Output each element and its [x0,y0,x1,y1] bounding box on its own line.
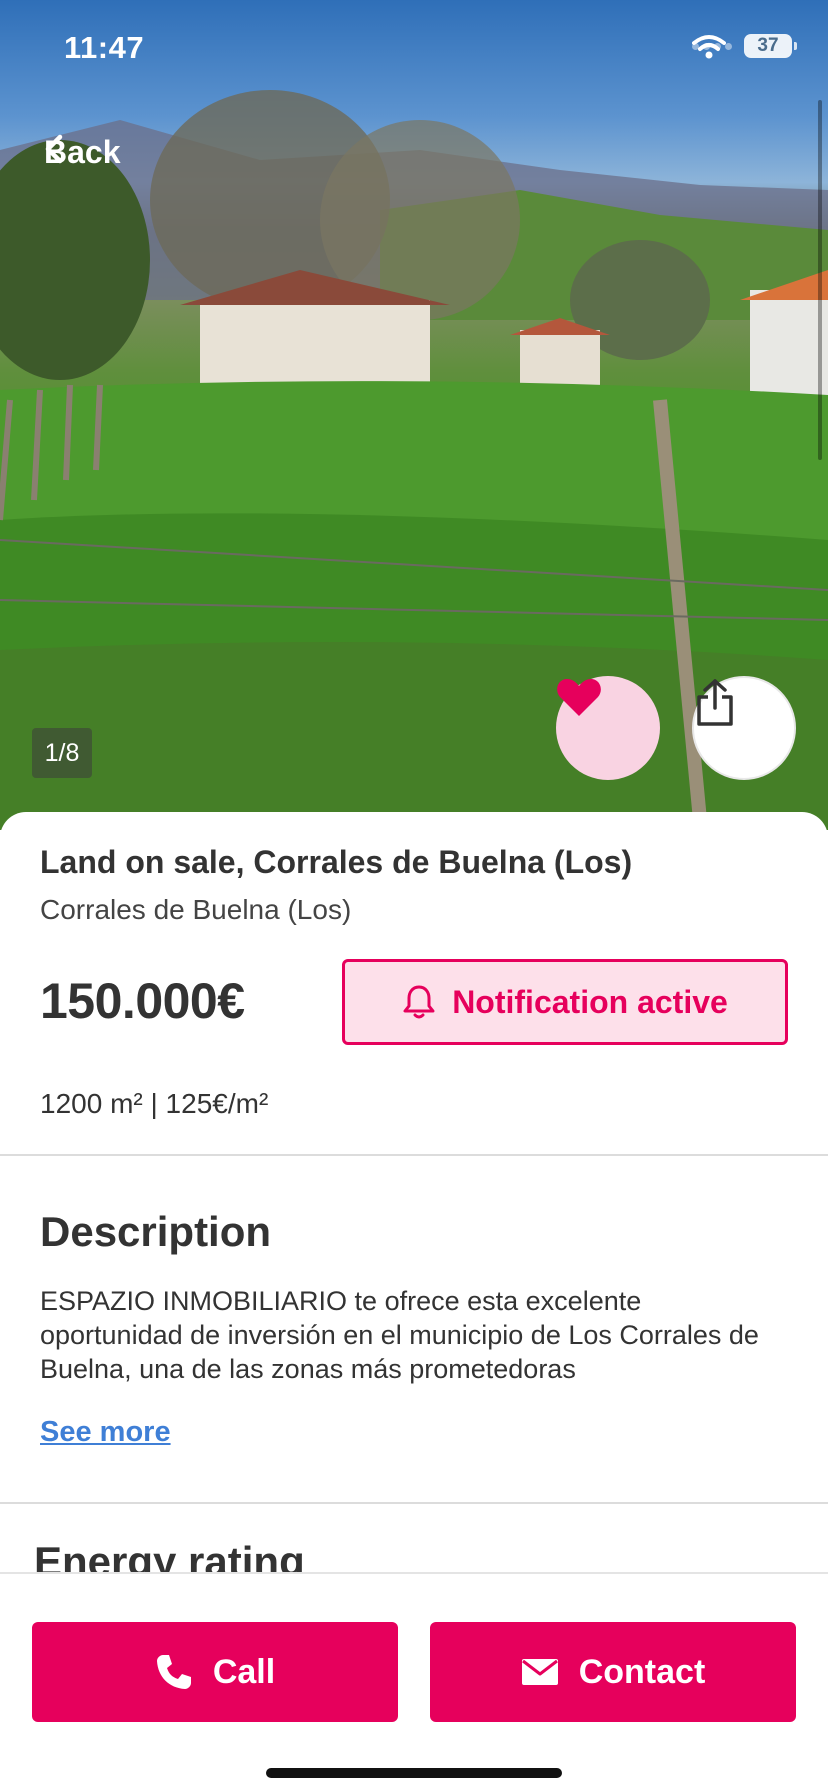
contact-button-label: Contact [578,1652,706,1691]
divider [0,1502,828,1504]
call-button[interactable]: Call [32,1622,398,1722]
notification-button[interactable]: Notification active [342,959,788,1045]
bottom-action-bar: Call Contact [0,1572,828,1792]
favorite-button[interactable] [556,676,660,780]
share-icon [697,679,733,726]
share-button[interactable] [692,676,796,780]
back-button[interactable]: Back [44,134,121,171]
battery-icon: 37 [744,34,797,58]
description-heading: Description [40,1208,272,1255]
status-time: 11:47 [64,30,145,65]
phone-icon [156,1655,191,1689]
photo-counter: 1/8 [32,728,92,778]
listing-location: Corrales de Buelna (Los) [40,894,352,925]
status-indicators: 37 [692,34,797,59]
listing-photo[interactable]: 11:47 37 Back 1/8 [0,0,828,830]
notification-button-label: Notification active [452,983,728,1020]
bell-icon [403,985,435,1019]
home-indicator [266,1768,562,1778]
wifi-icon [692,35,726,59]
chevron-left-icon [45,134,63,164]
listing-specs: 1200 m² | 125€/m² [40,1088,269,1119]
see-more-link[interactable]: See more [40,1416,171,1449]
scroll-indicator [818,100,822,460]
description-text: ESPAZIO INMOBILIARIO te ofrece esta exce… [40,1286,759,1384]
contact-button[interactable]: Contact [430,1622,796,1722]
mail-icon [521,1659,558,1685]
heart-icon [557,679,601,716]
divider [0,1154,828,1156]
listing-title: Land on sale, Corrales de Buelna (Los) [40,844,633,880]
listing-price: 150.000€ [40,973,245,1029]
call-button-label: Call [212,1652,276,1691]
